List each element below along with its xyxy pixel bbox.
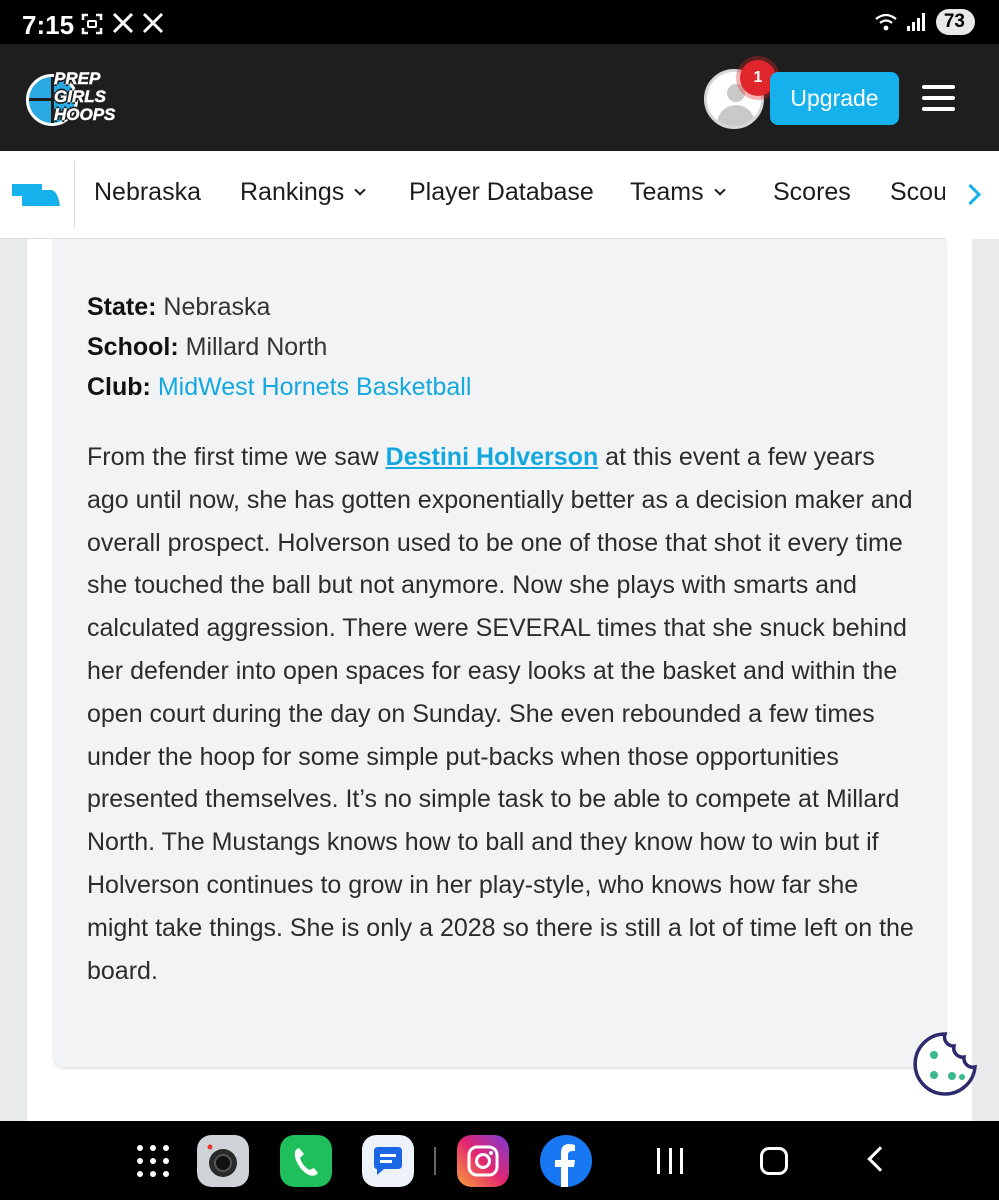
nebraska-state-icon[interactable] xyxy=(12,184,60,206)
logo-line: HOOPS xyxy=(54,105,116,124)
school-value: Millard North xyxy=(185,333,328,361)
player-meta: State: Nebraska School: Millard North Cl… xyxy=(87,287,471,407)
nav-item-label: Player Database xyxy=(409,178,594,206)
nav-item-rankings[interactable]: Rankings xyxy=(240,178,366,207)
recents-icon[interactable] xyxy=(657,1148,683,1174)
nav-item-label: Scouting xyxy=(890,178,946,206)
battery-icon: 73 xyxy=(935,9,975,35)
upgrade-button[interactable]: Upgrade xyxy=(770,72,899,125)
user-icon-body xyxy=(717,105,755,126)
club-row: Club: MidWest Hornets Basketball xyxy=(87,367,471,407)
state-label: State: xyxy=(87,293,157,321)
nav-divider xyxy=(74,161,75,229)
back-icon[interactable] xyxy=(867,1146,893,1172)
school-row: School: Millard North xyxy=(87,327,471,367)
writeup-paragraph: From the first time we saw Destini Holve… xyxy=(87,436,917,992)
club-label: Club: xyxy=(87,373,151,401)
x-app-icon xyxy=(142,12,164,34)
apps-grid-icon[interactable] xyxy=(137,1145,169,1177)
android-dock xyxy=(0,1121,999,1200)
state-nav-bar: Nebraska Rankings Player Database Teams … xyxy=(0,151,999,239)
chevron-down-icon xyxy=(713,184,726,196)
status-bar: 7:15 73 xyxy=(0,0,999,44)
page-content: State: Nebraska School: Millard North Cl… xyxy=(27,239,972,1121)
facebook-icon[interactable] xyxy=(540,1135,592,1187)
body-text-intro: From the first time we saw xyxy=(87,443,386,471)
system-icons: 73 xyxy=(874,9,975,35)
nav-scroll: Nebraska Rankings Player Database Teams … xyxy=(94,151,946,239)
nav-item-label: Scores xyxy=(773,178,851,206)
school-label: School: xyxy=(87,333,179,361)
camera-icon[interactable] xyxy=(197,1135,249,1187)
x-app-icon xyxy=(112,12,134,34)
notification-icons xyxy=(80,12,164,36)
phone-icon[interactable] xyxy=(280,1135,332,1187)
nav-item-nebraska[interactable]: Nebraska xyxy=(94,178,201,207)
site-logo[interactable]: PREP GIRLS HOOPS xyxy=(26,69,126,126)
battery-level: 73 xyxy=(943,11,965,32)
screenshot-icon xyxy=(81,13,103,35)
cookie-settings-icon[interactable] xyxy=(912,1031,978,1097)
home-icon[interactable] xyxy=(760,1147,788,1175)
nav-item-player-database[interactable]: Player Database xyxy=(409,178,594,207)
logo-line: GIRLS xyxy=(54,87,106,106)
nav-item-label: Teams xyxy=(630,178,704,206)
nav-item-scouting[interactable]: Scouting xyxy=(890,178,946,207)
nav-item-label: Rankings xyxy=(240,178,345,206)
dock-separator xyxy=(434,1147,436,1175)
messages-icon[interactable] xyxy=(362,1135,414,1187)
instagram-icon[interactable] xyxy=(457,1135,509,1187)
wifi-icon xyxy=(875,13,897,31)
player-writeup-card: State: Nebraska School: Millard North Cl… xyxy=(53,239,946,1067)
state-row: State: Nebraska xyxy=(87,287,471,327)
logo-line: PREP xyxy=(54,69,101,88)
nav-scroll-right-icon[interactable] xyxy=(945,151,999,239)
player-profile-link[interactable]: Destini Holverson xyxy=(386,443,599,471)
status-time: 7:15 xyxy=(22,10,75,40)
nav-item-scores[interactable]: Scores xyxy=(773,178,851,207)
club-link[interactable]: MidWest Hornets Basketball xyxy=(158,373,472,401)
chevron-down-icon xyxy=(354,184,366,196)
hamburger-menu-icon[interactable] xyxy=(922,85,955,111)
nav-item-label: Nebraska xyxy=(94,178,201,206)
nav-item-teams[interactable]: Teams xyxy=(630,178,726,207)
state-value: Nebraska xyxy=(163,293,271,321)
logo-text: PREP GIRLS HOOPS xyxy=(54,69,116,124)
body-text-main: at this event a few years ago until now,… xyxy=(87,443,914,985)
signal-icon xyxy=(906,13,925,31)
site-header: PREP GIRLS HOOPS 1 Upgrade xyxy=(0,44,999,151)
